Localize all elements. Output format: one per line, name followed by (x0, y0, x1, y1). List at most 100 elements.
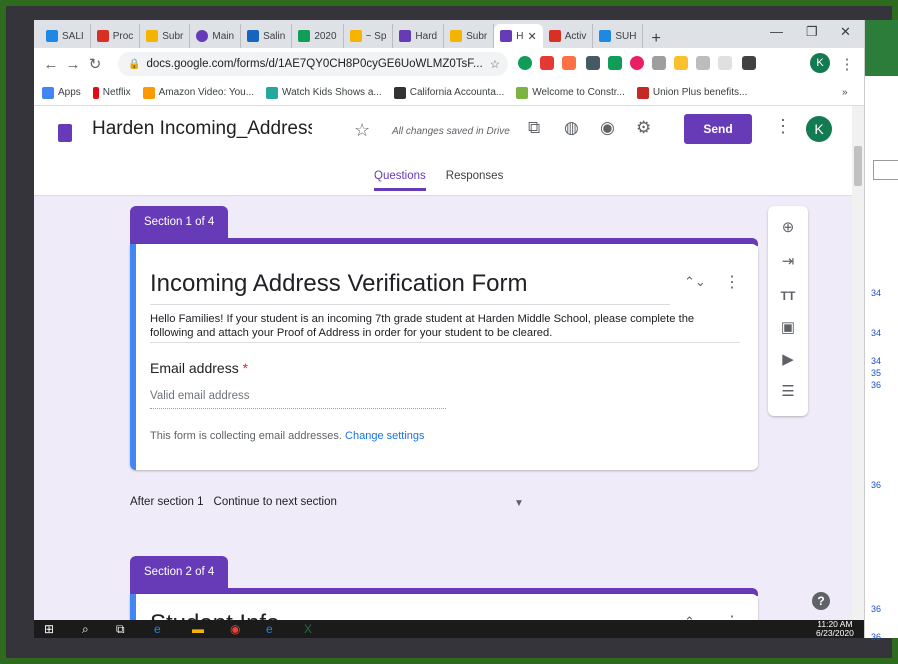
add-image-icon[interactable]: ▣ (778, 318, 798, 338)
back-icon[interactable]: ← (40, 56, 62, 73)
url-text: docs.google.com/forms/d/1AE7QY0CH8P0cyGE… (146, 58, 483, 70)
new-tab-icon[interactable]: + (643, 30, 668, 48)
windows-start-icon[interactable]: ⊞ (44, 622, 54, 636)
windows-taskbar: ⊞ ⌕ ⧉ e ▬ ◉ e X 11:20 AM 6/23/2020 (34, 620, 864, 638)
restore-icon[interactable]: ❐ (806, 24, 818, 40)
browser-tab[interactable]: 2020 (292, 24, 344, 48)
palette-icon[interactable]: ◍ (564, 118, 579, 138)
bookmark-california[interactable]: California Accounta... (393, 86, 505, 99)
extension-icon[interactable] (696, 56, 710, 70)
tab-responses[interactable]: Responses (446, 170, 504, 191)
drive-extension-icon[interactable] (608, 56, 622, 70)
after-section-select[interactable]: Continue to next section (214, 496, 337, 508)
tab-label: Main (212, 30, 235, 42)
section-title[interactable]: Incoming Address Verification Form (150, 270, 528, 298)
scrollbar-thumb[interactable] (854, 146, 862, 186)
bookmark-apps[interactable]: Apps (42, 86, 81, 99)
page-scrollbar[interactable] (852, 106, 864, 638)
after-section-label: After section 1 (130, 496, 204, 508)
add-question-icon[interactable]: ⊕ (778, 218, 798, 238)
settings-gear-icon[interactable]: ⚙ (636, 118, 651, 138)
browser-tab[interactable]: Proc (91, 24, 141, 48)
addons-puzzle-icon[interactable]: ⧉ (528, 118, 540, 138)
browser-tab[interactable]: Activ (543, 24, 594, 48)
file-explorer-icon[interactable]: ▬ (192, 622, 204, 636)
more-bookmarks-icon[interactable]: » (842, 87, 848, 98)
add-title-icon[interactable]: TT (778, 286, 798, 306)
system-clock[interactable]: 11:20 AM 6/23/2020 (816, 620, 854, 638)
browser-tab[interactable]: Subr (140, 24, 191, 48)
extension-icon[interactable] (718, 56, 732, 70)
address-bar[interactable]: 🔒 docs.google.com/forms/d/1AE7QY0CH8P0cy… (118, 52, 508, 76)
reload-icon[interactable]: ↻ (84, 55, 106, 73)
form-title[interactable]: Harden Incoming_Address (92, 118, 312, 140)
bookmark-label: California Accounta... (409, 87, 505, 98)
browser-tab[interactable]: SALI (40, 24, 91, 48)
star-icon[interactable]: ☆ (354, 120, 370, 141)
browser-menu-icon[interactable]: ⋮ (836, 55, 858, 73)
bookmark-label: Watch Kids Shows a... (282, 87, 382, 98)
tab-label: Subr (466, 30, 488, 42)
spreadsheet-cell: 35 (871, 368, 882, 378)
import-questions-icon[interactable]: ⇥ (778, 252, 798, 272)
close-window-icon[interactable]: ✕ (840, 24, 851, 40)
tab-label: H (516, 30, 524, 42)
extension-icon[interactable] (586, 56, 600, 70)
form-tabs: Questions Responses (374, 170, 503, 191)
preview-eye-icon[interactable]: ◉ (600, 118, 615, 138)
extension-icon[interactable] (562, 56, 576, 70)
bookmark-construction[interactable]: Welcome to Constr... (516, 86, 625, 99)
more-options-icon[interactable]: ⋮ (774, 116, 792, 137)
bookmark-kids-shows[interactable]: Watch Kids Shows a... (266, 86, 382, 99)
browser-tab[interactable]: Subr (444, 24, 495, 48)
after-section-row[interactable]: After section 1 Continue to next section (130, 496, 337, 508)
bookmark-label: Union Plus benefits... (652, 87, 748, 98)
forms-doc-icon[interactable] (58, 124, 72, 142)
close-tab-icon[interactable]: ✕ (527, 30, 536, 43)
email-placeholder: Valid email address (150, 390, 250, 402)
section-2-label: Section 2 of 4 (130, 556, 229, 588)
internet-explorer-icon[interactable]: e (266, 622, 273, 636)
bookmark-netflix[interactable]: Netflix (92, 86, 131, 99)
extension-icon[interactable] (518, 56, 532, 70)
description-underline (150, 342, 740, 343)
extension-icon[interactable] (540, 56, 554, 70)
extension-icon[interactable] (652, 56, 666, 70)
grid-extension-icon[interactable] (742, 56, 756, 70)
browser-tab[interactable]: Hard (393, 24, 445, 48)
minimize-icon[interactable]: — (770, 24, 783, 39)
browser-tab[interactable]: ~ Sp (344, 24, 394, 48)
extension-icon[interactable] (630, 56, 644, 70)
excel-icon[interactable]: X (304, 622, 312, 636)
add-section-icon[interactable]: ☰ (778, 382, 798, 402)
search-icon[interactable]: ⌕ (82, 622, 89, 637)
chrome-icon[interactable]: ◉ (230, 622, 240, 636)
help-icon[interactable]: ? (812, 592, 830, 610)
change-settings-link[interactable]: Change settings (345, 430, 425, 442)
save-status: All changes saved in Drive (392, 126, 510, 137)
browser-tab-active[interactable]: H ✕ (494, 24, 543, 48)
edge-icon[interactable]: e (154, 622, 161, 636)
account-avatar[interactable]: K (806, 116, 832, 142)
section-description[interactable]: Hello Families! If your student is an in… (150, 312, 740, 340)
tab-questions[interactable]: Questions (374, 170, 426, 191)
bookmark-star-icon[interactable]: ☆ (490, 57, 500, 71)
task-view-icon[interactable]: ⧉ (116, 622, 125, 637)
collapse-section-icon[interactable]: ⌃⌄ (684, 274, 706, 290)
form-editor-canvas: Section 1 of 4 Incoming Address Verifica… (34, 196, 852, 638)
dropdown-caret-icon[interactable]: ▼ (514, 498, 524, 509)
browser-tab[interactable]: Salin (241, 24, 293, 48)
bookmark-union-plus[interactable]: Union Plus benefits... (636, 86, 748, 99)
section-1-card[interactable]: Incoming Address Verification Form ⌃⌄ ⋮ … (130, 244, 758, 470)
spreadsheet-cell-box (873, 160, 898, 180)
browser-tab[interactable]: SUH (593, 24, 644, 48)
send-button[interactable]: Send (684, 114, 752, 144)
section-more-icon[interactable]: ⋮ (724, 272, 740, 292)
forward-icon[interactable]: → (62, 56, 84, 73)
add-video-icon[interactable]: ▶ (778, 350, 798, 370)
question-toolbar: ⊕ ⇥ TT ▣ ▶ ☰ (768, 206, 808, 416)
bookmark-amazon[interactable]: Amazon Video: You... (142, 86, 254, 99)
profile-avatar[interactable]: K (810, 53, 830, 73)
browser-tab[interactable]: Main (190, 24, 242, 48)
extension-icon[interactable] (674, 56, 688, 70)
